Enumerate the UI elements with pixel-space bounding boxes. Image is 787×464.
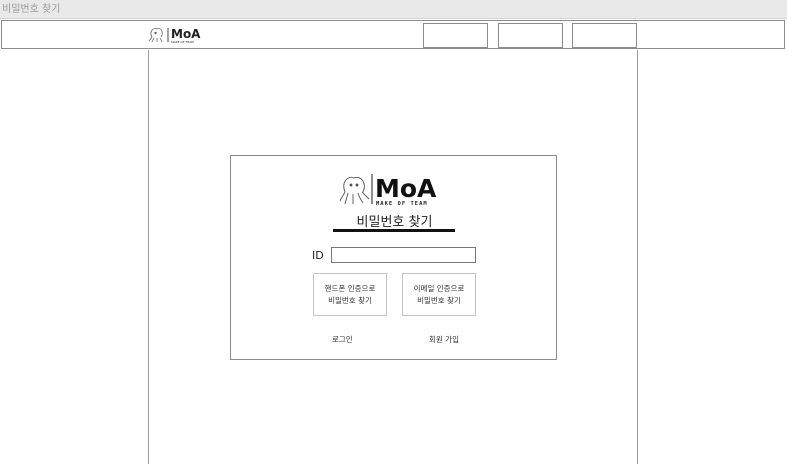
- card-moa-logo: MoA MAKE OF TEAM: [339, 174, 437, 207]
- email-verify-line2: 비밀번호 찾기: [417, 295, 461, 305]
- header-logo-text: MoA: [171, 27, 201, 41]
- phone-verify-line2: 비밀번호 찾기: [328, 295, 372, 305]
- card-logo-text: MoA: [375, 174, 437, 203]
- title-underline: [333, 229, 455, 232]
- phone-verify-button[interactable]: 핸드폰 인증으로 비밀번호 찾기: [313, 273, 387, 316]
- find-password-card: MoA MAKE OF TEAM 비밀번호 찾기 ID 핸드폰 인증으로 비밀번…: [230, 155, 557, 360]
- card-logo-sub: MAKE OF TEAM: [376, 201, 428, 207]
- nav-button-1[interactable]: [423, 23, 488, 48]
- header-logo-sub: MAKE OF TEAM: [171, 40, 194, 44]
- nav-button-3[interactable]: [572, 23, 637, 48]
- page-title: 비밀번호 찾기: [356, 215, 433, 230]
- id-input[interactable]: [331, 247, 476, 263]
- octopus-icon: [148, 28, 163, 43]
- email-verify-line1: 이메일 인증으로: [413, 283, 465, 293]
- nav-button-2[interactable]: [498, 23, 563, 48]
- id-label: ID: [312, 249, 324, 262]
- signup-link[interactable]: 회원 가입: [429, 334, 459, 345]
- top-header: MoA MAKE OF TEAM: [1, 20, 785, 49]
- octopus-icon: [339, 176, 370, 205]
- moa-logo[interactable]: MoA MAKE OF TEAM: [148, 26, 210, 44]
- login-link[interactable]: 로그인: [332, 334, 353, 345]
- window-title: 비밀번호 찾기: [0, 0, 787, 19]
- phone-verify-line1: 핸드폰 인증으로: [324, 283, 376, 293]
- email-verify-button[interactable]: 이메일 인증으로 비밀번호 찾기: [402, 273, 476, 316]
